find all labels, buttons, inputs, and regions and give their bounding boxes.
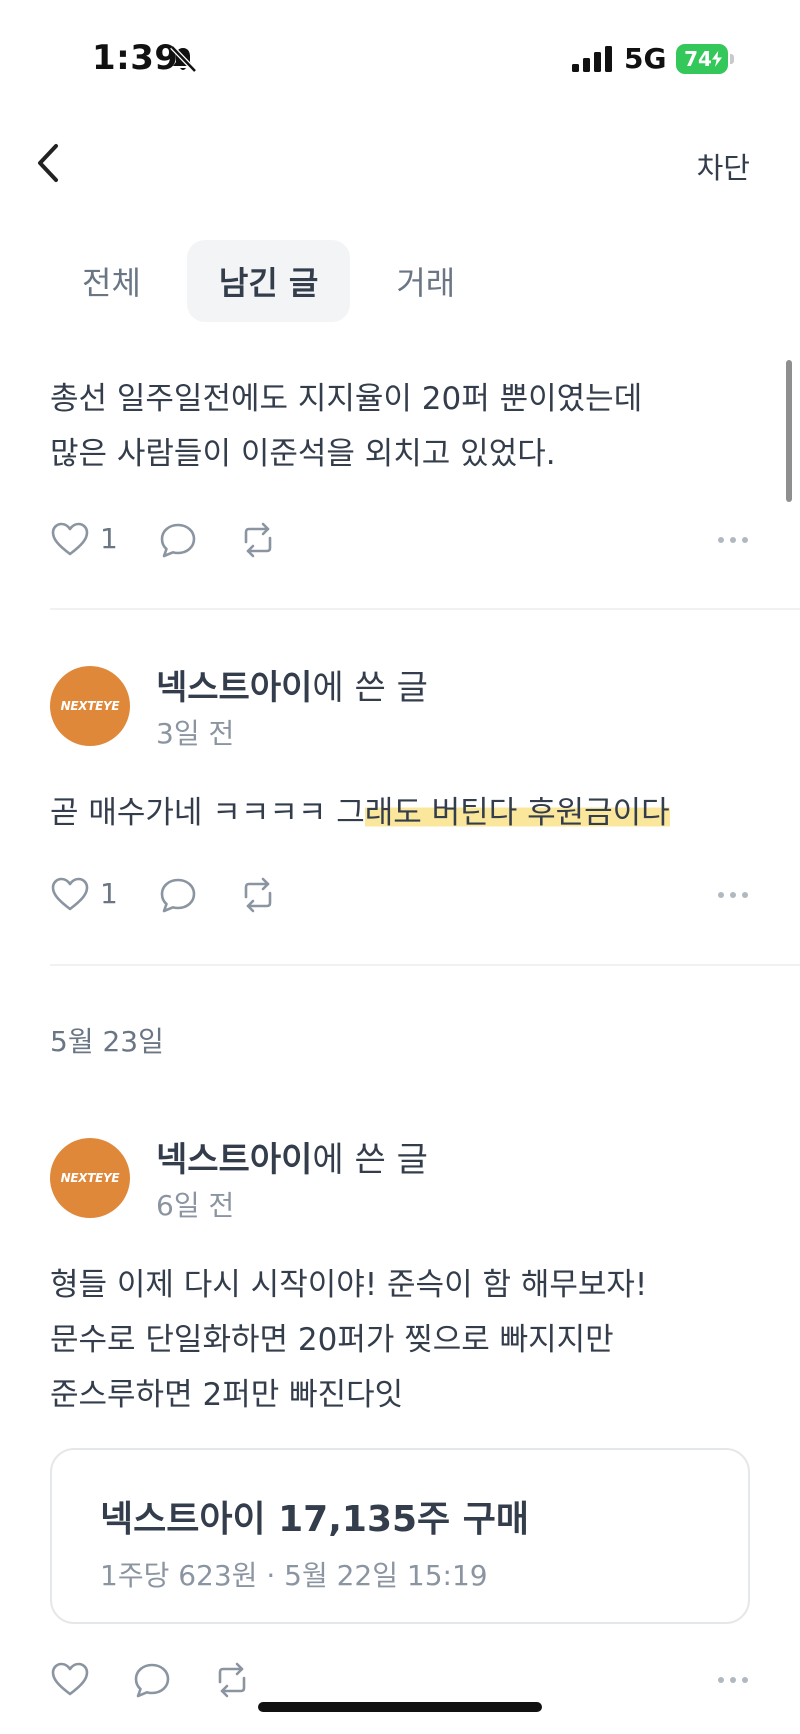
post-time: 3일 전: [156, 717, 235, 750]
post-author[interactable]: NEXTEYE 넥스트아이에 쓴 글 6일 전: [50, 1132, 750, 1222]
comment-icon[interactable]: [132, 1660, 172, 1700]
post-time: 6일 전: [156, 1189, 235, 1222]
highlighted-text: 래도 버틴다 후원금이다: [364, 795, 670, 831]
post-actions: 1: [50, 875, 750, 919]
repost-icon[interactable]: [238, 520, 278, 560]
tab-all[interactable]: 전체: [50, 240, 173, 322]
tab-trades[interactable]: 거래: [364, 240, 487, 322]
divider: [50, 608, 800, 610]
status-bar: 1:39 5G 74: [0, 0, 800, 120]
divider: [50, 964, 800, 966]
home-indicator[interactable]: [258, 1702, 542, 1712]
trade-details: 1주당 623원 · 5월 22일 15:19: [100, 1559, 488, 1592]
tab-posts[interactable]: 남긴 글: [186, 240, 351, 322]
charging-bolt-icon: [710, 49, 724, 69]
signal-icon: [572, 46, 612, 72]
network-type: 5G: [624, 42, 667, 75]
back-arrow-icon[interactable]: [30, 140, 70, 186]
heart-icon[interactable]: [50, 520, 90, 560]
battery-icon: 74: [676, 44, 734, 74]
avatar[interactable]: NEXTEYE: [50, 666, 130, 746]
profile-tabs: 전체 남긴 글 거래: [50, 240, 487, 322]
post-actions: 1: [50, 520, 750, 564]
post-text: 곧 매수가네 ㅋㅋㅋㅋ 그래도 버틴다 후원금이다: [50, 795, 670, 831]
battery-level: 74: [684, 47, 712, 71]
heart-icon[interactable]: [50, 1660, 90, 1700]
like-count: 1: [100, 877, 118, 910]
author-name: 넥스트아이에 쓴 글: [156, 1140, 428, 1180]
post-author[interactable]: NEXTEYE 넥스트아이에 쓴 글 3일 전: [50, 660, 750, 750]
post-text: 형들 이제 다시 시작이야! 준슥이 함 해무보자! 문수로 단일화하면 20퍼…: [50, 1267, 648, 1413]
author-name: 넥스트아이에 쓴 글: [156, 668, 428, 708]
heart-icon[interactable]: [50, 875, 90, 915]
like-count: 1: [100, 522, 118, 555]
post-actions: [50, 1660, 750, 1704]
bell-muted-icon: [170, 45, 197, 73]
repost-icon[interactable]: [212, 1660, 252, 1700]
more-options-icon[interactable]: [716, 530, 750, 550]
status-time: 1:39: [92, 38, 179, 78]
repost-icon[interactable]: [238, 875, 278, 915]
comment-icon[interactable]: [158, 875, 198, 915]
avatar[interactable]: NEXTEYE: [50, 1138, 130, 1218]
more-options-icon[interactable]: [716, 885, 750, 905]
trade-card[interactable]: 넥스트아이 17,135주 구매 1주당 623원 · 5월 22일 15:19: [50, 1448, 750, 1624]
comment-icon[interactable]: [158, 520, 198, 560]
post-text: 총선 일주일전에도 지지율이 20퍼 뿐이였는데 많은 사람들이 이준석을 외치…: [50, 381, 643, 472]
more-options-icon[interactable]: [716, 1670, 750, 1690]
trade-title: 넥스트아이 17,135주 구매: [100, 1499, 529, 1540]
scrollbar[interactable]: [786, 360, 792, 502]
date-separator: 5월 23일: [50, 1025, 164, 1058]
block-button[interactable]: 차단: [697, 145, 750, 187]
